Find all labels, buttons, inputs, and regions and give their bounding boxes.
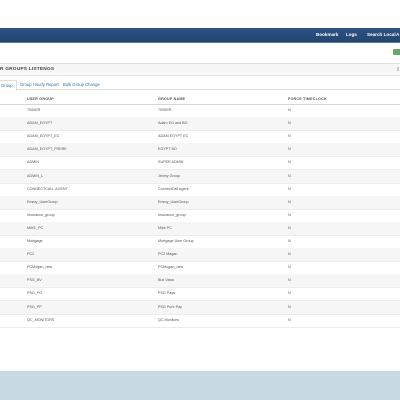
cell-group-name: 7000ER [158,108,172,112]
table-row[interactable]: Insurance_group Insurance_group N [0,209,400,223]
nav-logs-link[interactable]: Logs [346,28,357,42]
sub-header-area [0,43,400,63]
cell-force-timeclock: N [288,239,291,243]
cell-user-group[interactable]: ADAM_EGYPT [27,117,52,130]
column-header-user-group[interactable]: USER GROUP [27,95,54,104]
table-row[interactable]: ADMIN_L Jimmy Group N [0,169,400,184]
top-blank-area [0,0,400,28]
column-header-group-name[interactable]: GROUP NAME [158,95,185,104]
tab-bulk-group-change[interactable]: Bulk Group Change [63,80,100,89]
cell-force-timeclock: N [288,225,291,230]
nav-search-local-link[interactable]: Search Local [367,28,396,42]
table-row[interactable]: ADMIN SUPER ADMIN N [0,156,400,171]
cell-user-group[interactable]: PSG_PP [27,301,42,314]
tab-bar: Group Group Hourly Report Bulk Group Cha… [0,80,400,91]
cell-force-timeclock: N [288,199,291,204]
tab-group-hourly-report[interactable]: Group Hourly Report [20,80,59,89]
cell-user-group[interactable]: Emmy_UserGroup [27,196,58,209]
panel-collapse-handle[interactable] [397,67,399,71]
page-footer [0,371,400,400]
cell-force-timeclock: N [288,108,291,112]
cell-group-name: Bux Vaba [158,278,174,283]
cell-group-name: SUPER ADMIN [158,160,184,165]
cell-group-name: Emmy_UserGroup [158,199,189,204]
cell-force-timeclock: N [288,121,291,126]
table-row[interactable]: PCMogan_new PCMogan_new N [0,261,400,276]
table-row[interactable]: Mortgage Mortgage User Group N [0,235,400,249]
cell-force-timeclock: N [288,265,291,270]
table-row[interactable]: PSG_BV Bux Vaba N [0,274,400,289]
cell-user-group[interactable]: ADAM_EGYPT_FRERE [27,143,67,156]
table-row[interactable]: Emmy_UserGroup Emmy_UserGroup N [0,195,400,210]
content-bottom-area [0,335,400,371]
cell-force-timeclock: N [288,291,291,296]
table-row[interactable]: PC2 PC2 Magan N [0,248,400,263]
cell-user-group[interactable]: Mortgage [27,235,43,248]
cell-user-group[interactable]: ADMIN [27,156,39,169]
table-row[interactable]: CONNECTCALL AGENT ConnectCall Agent N [0,183,400,197]
tab-group[interactable]: Group [0,80,17,91]
table-row[interactable]: MIKE_PC Mike PC N [0,221,400,236]
nav-more-link[interactable]: A [396,28,399,42]
cell-group-name: Jimmy Group [158,173,180,178]
cell-group-name: Insurance_group [158,212,186,217]
side-action-button[interactable] [393,49,400,55]
cell-force-timeclock: N [288,173,291,178]
cell-force-timeclock: N [288,317,291,322]
cell-group-name: Adam EG and BO [158,121,188,126]
cell-user-group[interactable]: PC2 [27,248,34,261]
table-row[interactable]: PSG_PP PSG Pure Pay N [0,300,400,315]
cell-force-timeclock: N [288,278,291,283]
cell-group-name: PCMogan_new [158,265,184,270]
cell-group-name: PC2 Magan [158,252,178,257]
table-row[interactable]: ADAM_EGYPT_FRERE EGYPT BO N [0,143,400,158]
cell-force-timeclock: N [288,134,291,139]
cell-group-name: ConnectCall Agent [158,186,189,191]
table-row[interactable]: ADAM_EGYPT_EC ADAM EGYPT EC N [0,130,400,145]
cell-force-timeclock: N [288,186,291,191]
cell-group-name: EGYPT BO [158,147,177,152]
cell-user-group[interactable]: PSG_BV [27,274,42,287]
cell-group-name: QC Monitors [158,317,179,322]
cell-force-timeclock: N [288,304,291,309]
cell-user-group[interactable]: MIKE_PC [27,222,43,235]
top-navigation-bar: Bookmark Logs Search Local A [0,28,400,43]
cell-user-group[interactable]: ADMIN_L [27,170,43,183]
table-row[interactable]: PSG_PG PSG Pays N [0,287,400,302]
cell-user-group[interactable]: PSG_PG [27,287,42,300]
panel-title-bar: R GROUPS LISTENGS [0,63,400,76]
cell-group-name: Mike PC [158,225,172,230]
page-title: R GROUPS LISTENGS [0,67,55,72]
nav-bookmark-link[interactable]: Bookmark [316,28,338,42]
table-row[interactable]: QC_MONITORS QC Monitors N [0,314,400,328]
cell-group-name: PSG Pure Pay [158,304,182,309]
cell-force-timeclock: N [288,160,291,165]
cell-force-timeclock: N [288,212,291,217]
table-row[interactable]: ADAM_EGYPT Adam EG and BO N [0,117,400,132]
cell-user-group[interactable]: ADAM_EGYPT_EC [27,130,59,143]
column-header-force-timeclock[interactable]: FORCE TIMECLOCK [288,95,327,104]
cell-force-timeclock: N [288,252,291,257]
cell-user-group[interactable]: QC_MONITORS [27,314,54,327]
cell-group-name: Mortgage User Group [158,239,194,243]
cell-force-timeclock: N [288,147,291,152]
cell-group-name: ADAM EGYPT EC [158,134,189,139]
table-row[interactable]: 7000ER 7000ER N [0,104,400,118]
cell-user-group[interactable]: PCMogan_new [27,261,52,274]
cell-user-group[interactable]: 7000ER [27,104,40,117]
cell-user-group[interactable]: CONNECTCALL AGENT [27,183,68,196]
cell-user-group[interactable]: Insurance_group [27,209,55,222]
cell-group-name: PSG Pays [158,291,176,296]
